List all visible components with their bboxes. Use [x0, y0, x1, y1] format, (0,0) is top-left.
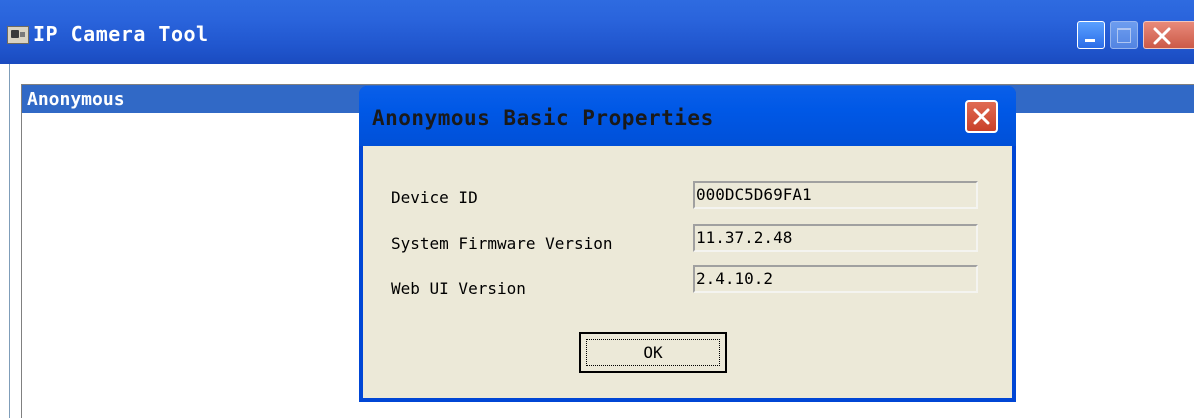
- device-id-field[interactable]: 000DC5D69FA1: [693, 181, 978, 209]
- device-name-label: Anonymous: [27, 89, 125, 110]
- firmware-version-label: System Firmware Version: [391, 234, 613, 253]
- web-ui-version-label: Web UI Version: [391, 279, 526, 298]
- close-icon: [973, 108, 990, 125]
- dialog-close-button[interactable]: [965, 100, 998, 133]
- window-close-button[interactable]: [1143, 21, 1194, 49]
- dialog-title-bar[interactable]: Anonymous Basic Properties: [359, 86, 1016, 146]
- dialog-title: Anonymous Basic Properties: [372, 106, 714, 130]
- main-title-bar[interactable]: IP Camera Tool: [0, 0, 1194, 64]
- minimize-button[interactable]: [1077, 21, 1105, 49]
- dialog-body: Device ID 000DC5D69FA1 System Firmware V…: [363, 146, 1012, 398]
- close-icon: [1153, 27, 1171, 45]
- basic-properties-dialog: Anonymous Basic Properties Device ID 000…: [359, 86, 1016, 402]
- ok-button[interactable]: OK: [579, 332, 727, 373]
- window-title: IP Camera Tool: [33, 22, 209, 46]
- device-id-label: Device ID: [391, 188, 478, 207]
- maximize-button[interactable]: [1110, 21, 1138, 49]
- camera-tool-icon: [7, 26, 29, 44]
- web-ui-version-field[interactable]: 2.4.10.2: [693, 265, 978, 293]
- ok-button-label: OK: [586, 339, 720, 366]
- firmware-version-field[interactable]: 11.37.2.48: [693, 224, 978, 252]
